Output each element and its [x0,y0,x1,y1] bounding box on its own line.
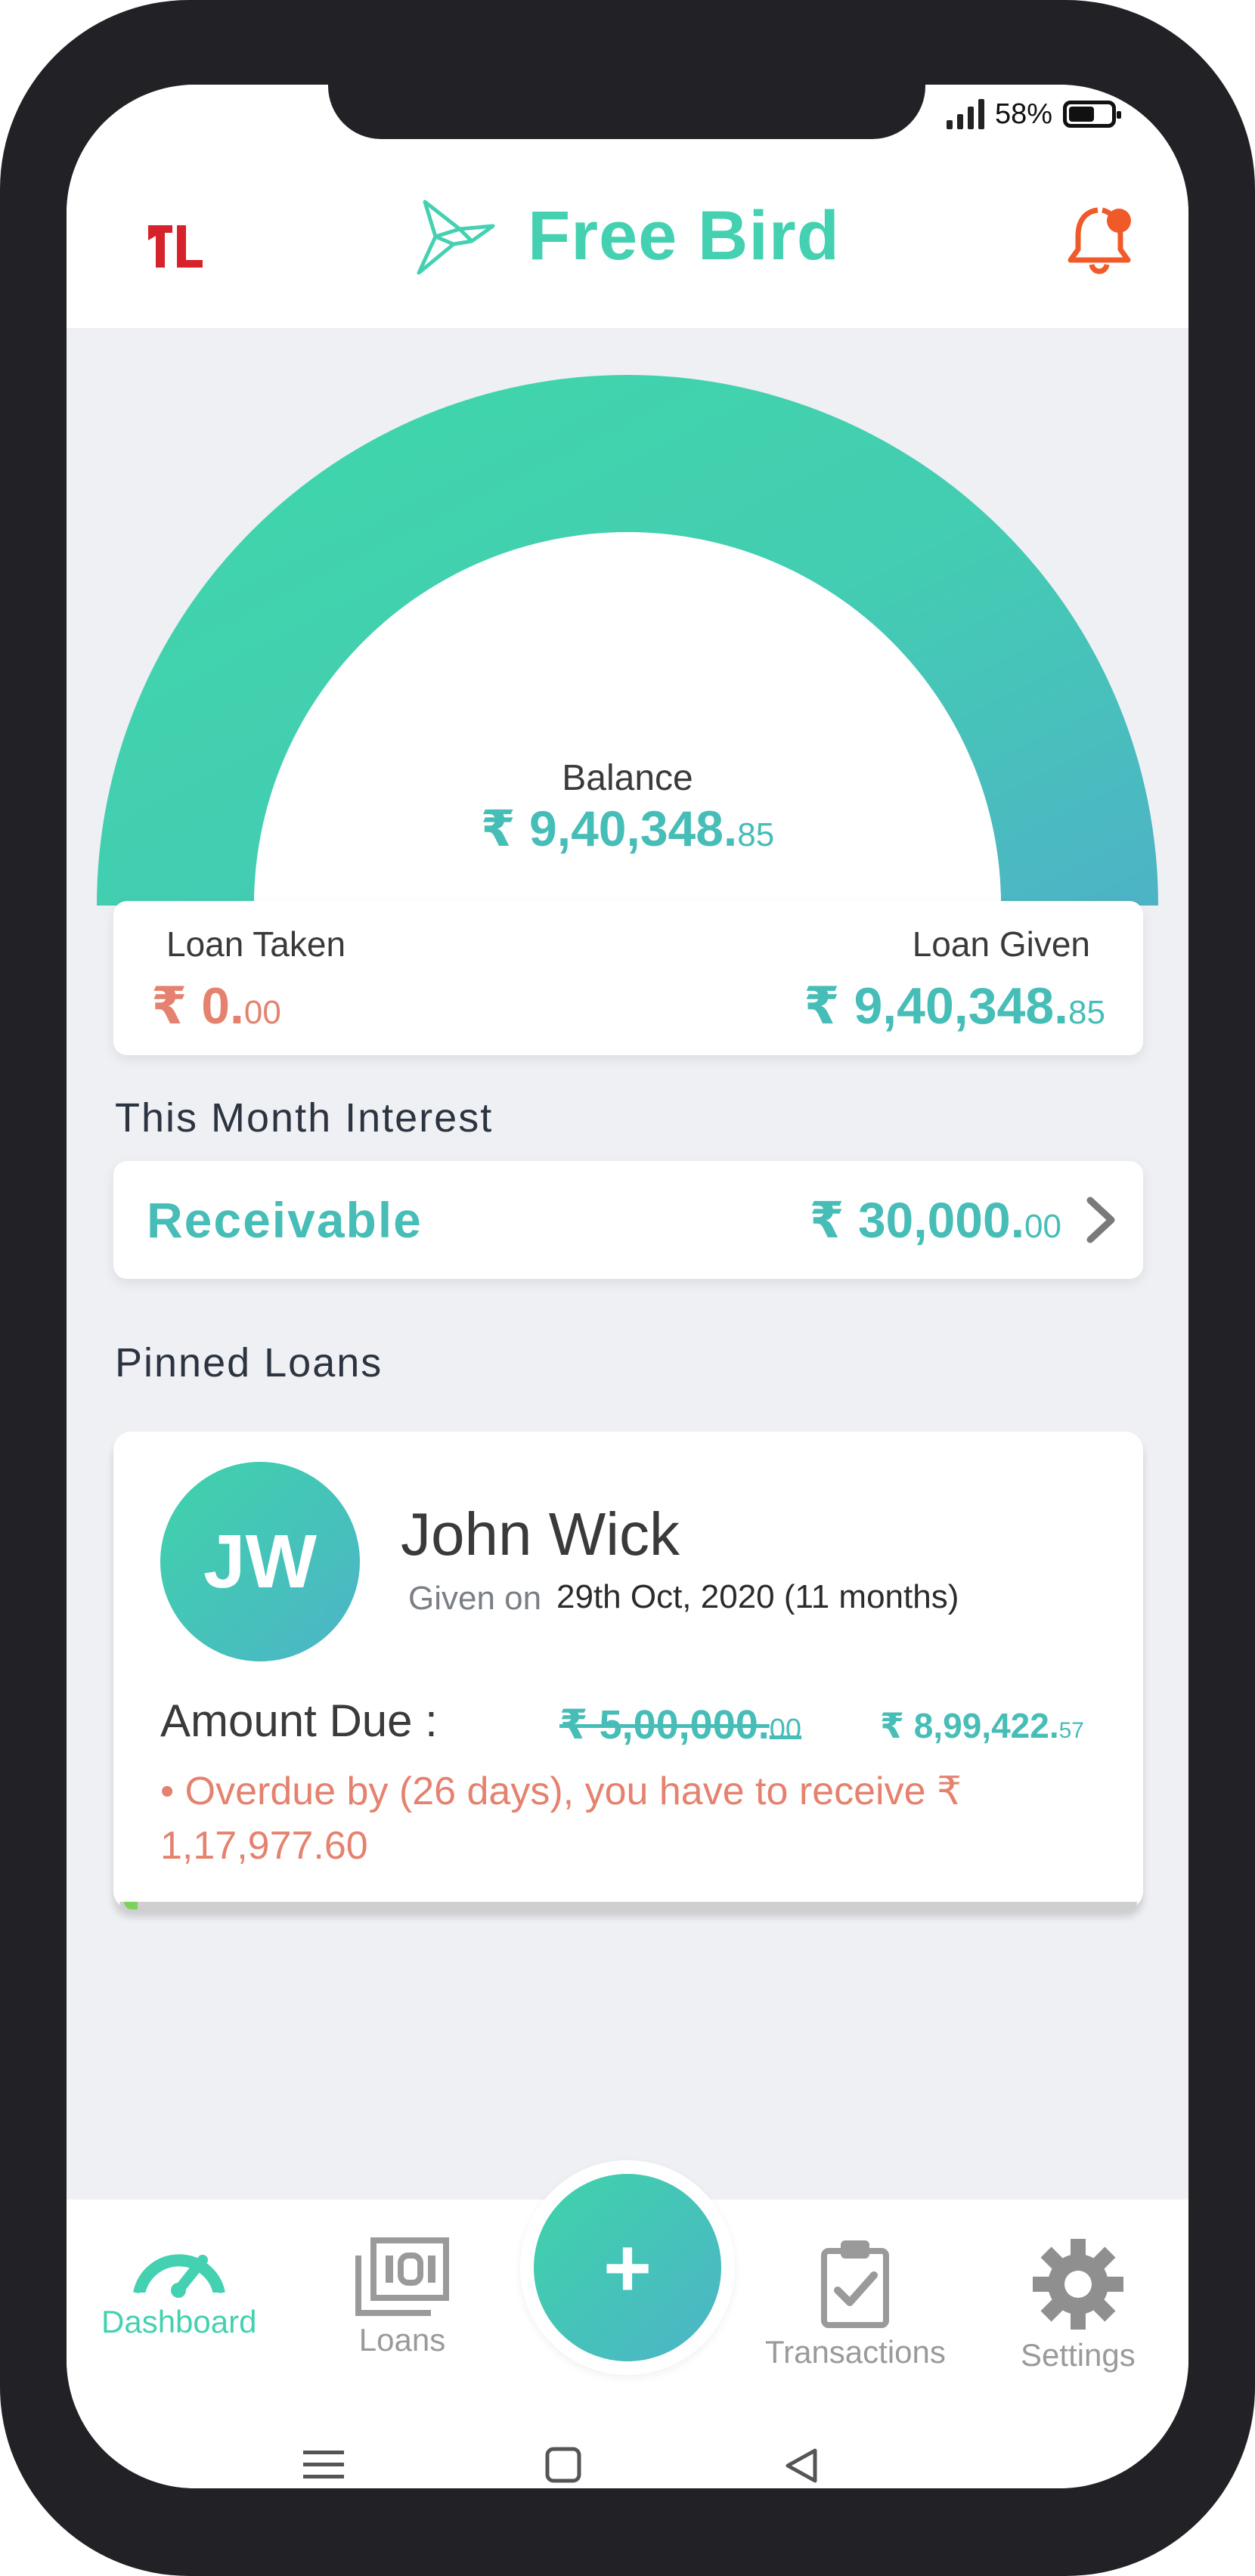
loan-summary-card: Loan Taken ₹ 0.00 Loan Given ₹ 9,40,348.… [113,901,1143,1055]
interest-section-title: This Month Interest [115,1095,494,1141]
bell-icon[interactable] [1066,200,1139,282]
amount-due-label: Amount Due : [160,1695,438,1746]
speedometer-icon [132,2254,225,2298]
progress-bar [119,1902,1137,1909]
interest-receivable-row[interactable]: Receivable ₹ 30,000.00 [113,1161,1143,1279]
loan-taken-label: Loan Taken [166,924,346,964]
nav-transactions-label: Transactions [765,2334,946,2370]
loan-given-value: ₹ 9,40,348.85 [804,977,1105,1035]
logo-icon[interactable] [145,222,204,273]
nav-dashboard[interactable]: Dashboard [101,2237,256,2340]
loan-given-label: Loan Given [912,924,1090,964]
clipboard-check-icon [821,2240,890,2328]
pinned-loan-card[interactable]: JW John Wick Given on 29th Oct, 2020 (11… [113,1432,1143,1909]
add-loan-button[interactable]: + [534,2174,721,2361]
bird-logo-icon [417,200,495,274]
menu-icon [303,2451,344,2478]
nav-loans[interactable]: Loans [355,2237,449,2358]
pinned-section-title: Pinned Loans [115,1340,383,1386]
battery-percent: 58% [994,98,1052,130]
app-screen: 58% Free Bird Balance ₹ 9,40,348.85 Loan… [67,85,1188,2488]
back-icon [786,2448,817,2483]
money-icon [355,2237,449,2316]
borrower-name: John Wick [401,1500,680,1568]
balance-label: Balance [562,758,693,798]
overdue-notice: • Overdue by (26 days), you have to rece… [160,1769,962,1868]
system-navigation-bar [303,2447,817,2483]
phone-frame: 58% Free Bird Balance ₹ 9,40,348.85 Loan… [0,0,1255,2576]
given-on-label: Given on [408,1580,542,1617]
status-bar: 58% [946,95,1121,133]
receivable-label: Receivable [147,1192,423,1248]
avatar: JW [160,1462,360,1661]
original-amount: ₹ 5,00,000.00 [559,1702,802,1748]
camera-notch [328,85,925,139]
battery-icon [1063,101,1121,128]
loan-taken-value: ₹ 0.00 [151,977,281,1035]
current-amount: ₹ 8,99,422.57 [879,1706,1084,1745]
given-date: 29th Oct, 2020 (11 months) [556,1578,959,1615]
nav-transactions[interactable]: Transactions [765,2237,946,2370]
signal-icon [946,99,984,129]
brand-name: Free Bird [528,197,840,274]
nav-dashboard-label: Dashboard [101,2304,257,2339]
brand: Free Bird [414,197,840,276]
nav-settings-label: Settings [1021,2337,1136,2373]
nav-loans-label: Loans [358,2322,446,2358]
receivable-value: ₹ 30,000.00 [809,1192,1061,1248]
nav-settings[interactable]: Settings [1021,2237,1136,2373]
home-icon [545,2447,581,2483]
balance-value: ₹ 9,40,348.85 [480,800,775,856]
gear-icon [1032,2239,1123,2330]
chevron-right-icon [1086,1197,1115,1243]
